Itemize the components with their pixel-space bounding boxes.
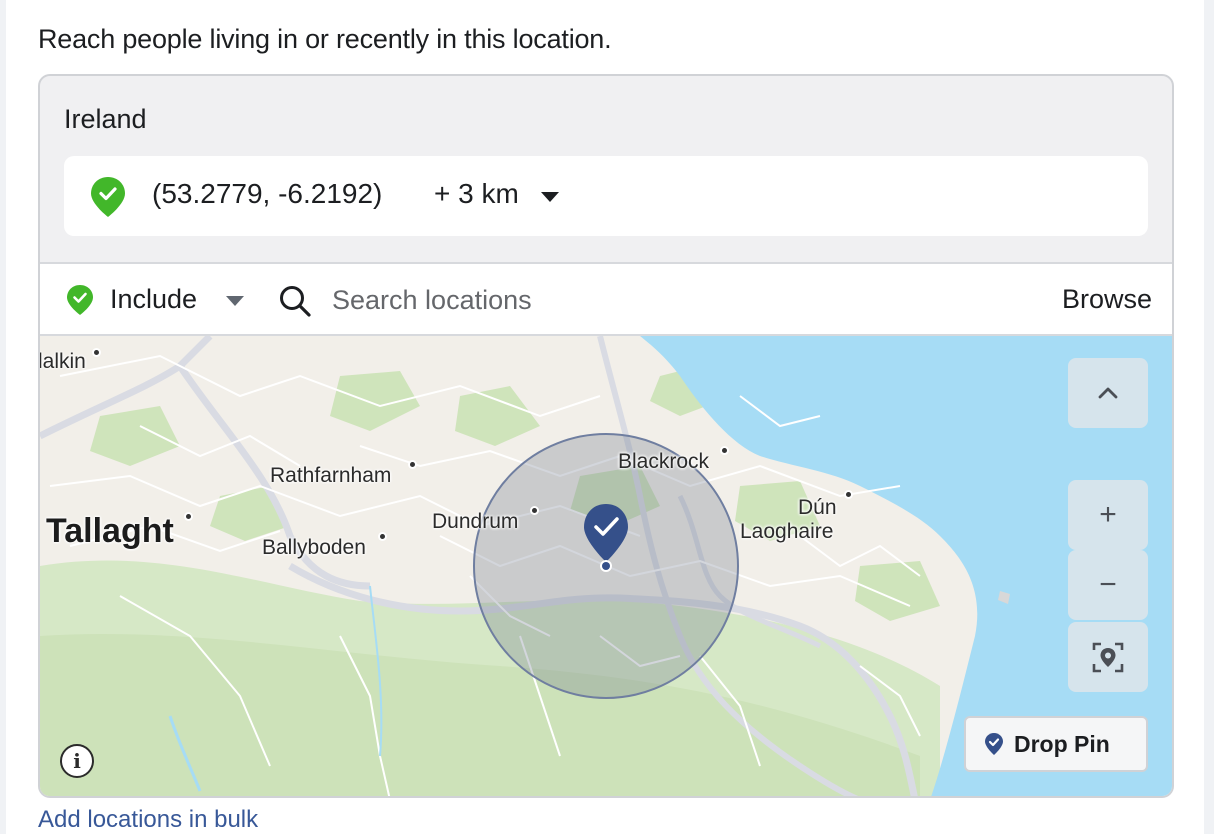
drop-pin-label: Drop Pin xyxy=(1014,730,1110,757)
map-place-label: Ballyboden xyxy=(262,536,366,559)
map-place-dot xyxy=(380,534,385,539)
zoom-out-button[interactable]: − xyxy=(1068,550,1148,620)
map-place-label: Dún xyxy=(798,496,837,519)
check-pin-icon xyxy=(91,177,125,217)
drop-pin-button[interactable]: Drop Pin xyxy=(964,716,1148,772)
map-place-label: lalkin xyxy=(40,350,86,373)
recenter-button[interactable] xyxy=(1068,622,1148,692)
intro-text: Reach people living in or recently in th… xyxy=(38,24,612,54)
include-pin-icon[interactable] xyxy=(66,284,94,316)
map-view[interactable]: lalkin Rathfarnham Blackrock Tallaght Du… xyxy=(40,336,1172,796)
map-place-label: Dundrum xyxy=(432,510,519,533)
browse-button[interactable]: Browse xyxy=(1062,284,1152,315)
map-place-label: Rathfarnham xyxy=(270,464,392,487)
map-place-dot xyxy=(722,448,727,453)
zoom-in-button[interactable]: + xyxy=(1068,480,1148,550)
search-locations-input[interactable] xyxy=(332,276,932,324)
location-toolbar: Include Browse xyxy=(40,262,1172,336)
map-place-dot xyxy=(410,462,415,467)
country-label: Ireland xyxy=(64,104,147,134)
info-icon[interactable]: i xyxy=(60,744,94,778)
collapse-map-button[interactable] xyxy=(1068,358,1148,428)
location-panel: Ireland (53.2779, -6.2192) + 3 km Includ… xyxy=(38,74,1174,798)
map-place-dot xyxy=(532,508,537,513)
radius-selector[interactable]: + 3 km xyxy=(434,178,519,210)
selected-location-card[interactable]: (53.2779, -6.2192) + 3 km xyxy=(64,156,1148,236)
caret-down-icon[interactable] xyxy=(224,294,246,308)
check-pin-icon xyxy=(985,733,1003,755)
page-edge xyxy=(1204,0,1214,834)
map-place-dot xyxy=(846,492,851,497)
locate-icon xyxy=(1092,642,1124,673)
add-locations-in-bulk-link[interactable]: Add locations in bulk xyxy=(38,806,258,834)
page-edge xyxy=(0,0,6,834)
map-place-dot xyxy=(186,514,191,519)
map-place-label: Laoghaire xyxy=(740,520,834,543)
search-icon xyxy=(280,286,311,317)
include-dropdown[interactable]: Include xyxy=(110,284,197,315)
caret-down-icon[interactable] xyxy=(540,190,560,204)
location-coordinates: (53.2779, -6.2192) xyxy=(152,178,383,209)
map-place-dot xyxy=(94,350,99,355)
map-place-label: Blackrock xyxy=(618,450,710,473)
chevron-up-icon xyxy=(1098,387,1118,399)
map-place-label: Tallaght xyxy=(46,512,174,550)
